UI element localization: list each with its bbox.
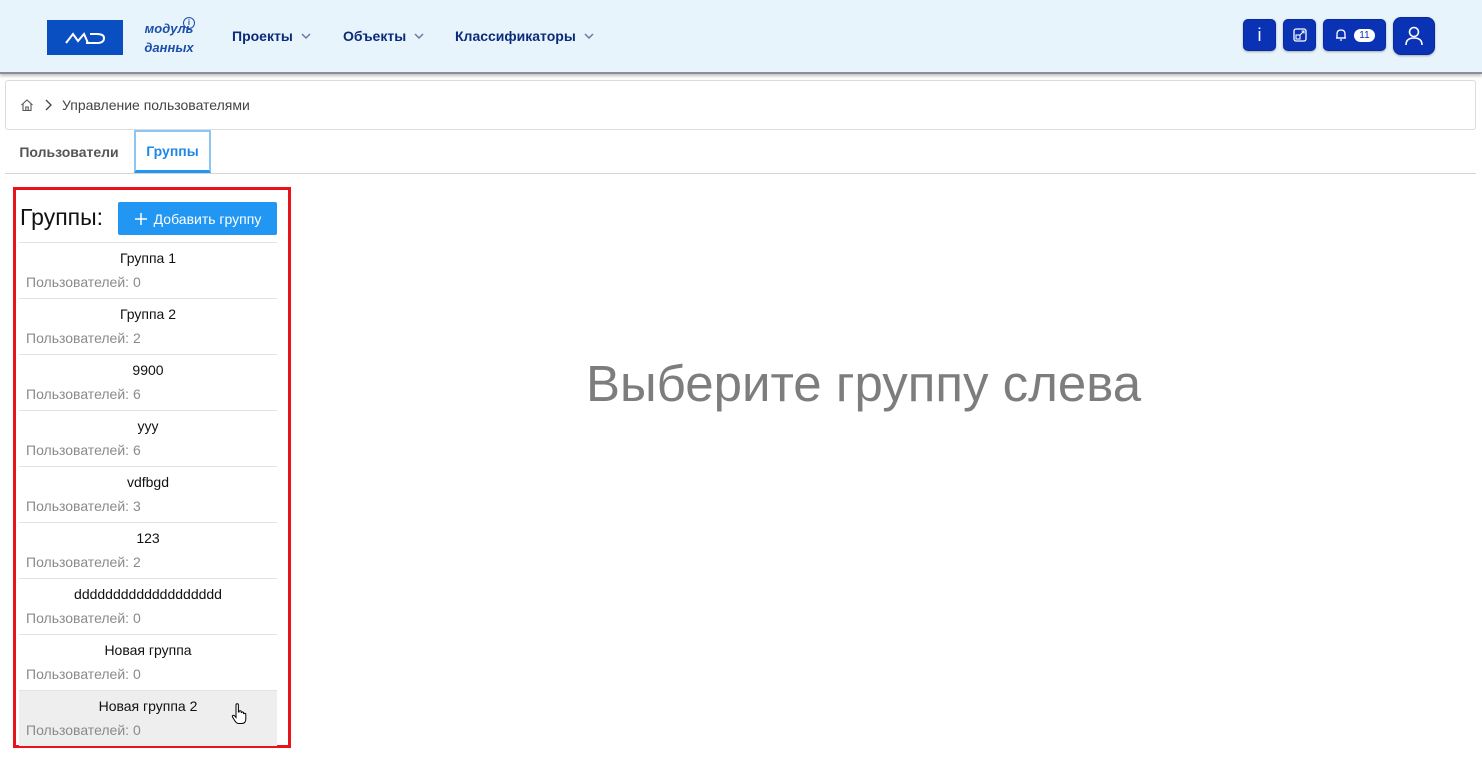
info-button[interactable]: i	[1243, 19, 1276, 51]
breadcrumb: Управление пользователями	[5, 80, 1476, 130]
app-header: модуль данных i Проекты Объекты Классифи…	[0, 0, 1482, 74]
logo-mark-icon	[65, 31, 106, 44]
group-name: Группа 1	[119, 250, 177, 266]
group-item[interactable]: Новая группа Пользователей: 0	[19, 634, 277, 690]
group-user-count: Пользователей: 6	[26, 442, 141, 458]
group-name: 123	[136, 530, 160, 546]
tabs-bar: Пользователи Группы	[5, 130, 1476, 174]
group-name: yyy	[137, 418, 159, 434]
group-user-count: Пользователей: 2	[26, 330, 141, 346]
group-item[interactable]: 123 Пользователей: 2	[19, 522, 277, 578]
group-item[interactable]: Группа 2 Пользователей: 2	[19, 298, 277, 354]
group-item[interactable]: 9900 Пользователей: 6	[19, 354, 277, 410]
tab-users[interactable]: Пользователи	[5, 130, 133, 173]
notifications-button[interactable]: 11	[1323, 19, 1386, 51]
group-user-count: Пользователей: 3	[26, 498, 141, 514]
info-icon: i	[1257, 24, 1262, 45]
tab-groups[interactable]: Группы	[134, 130, 211, 173]
groups-panel: Группы: Добавить группу Группа 1 Пользов…	[13, 187, 291, 748]
groups-list: Группа 1 Пользователей: 0 Группа 2 Польз…	[19, 242, 277, 746]
group-name: Новая группа	[104, 642, 192, 658]
nav-projects-label: Проекты	[232, 28, 293, 44]
group-item[interactable]: yyy Пользователей: 6	[19, 410, 277, 466]
nav-objects-label: Объекты	[343, 28, 407, 44]
nav-projects[interactable]: Проекты	[232, 28, 313, 44]
group-user-count: Пользователей: 0	[26, 610, 141, 626]
chevron-down-icon	[584, 33, 594, 40]
add-group-button[interactable]: Добавить группу	[118, 202, 277, 235]
group-user-count: Пользователей: 2	[26, 554, 141, 570]
plus-icon	[134, 212, 147, 225]
logo[interactable]	[47, 20, 123, 55]
nav-classifiers[interactable]: Классификаторы	[455, 28, 596, 44]
chevron-down-icon	[414, 33, 424, 40]
groups-title: Группы:	[20, 204, 104, 230]
notifications-badge: 11	[1354, 28, 1375, 42]
group-name: ddddddddddddddddddd	[74, 586, 222, 602]
group-user-count: Пользователей: 6	[26, 386, 141, 402]
nav-classifiers-label: Классификаторы	[455, 28, 576, 44]
open-external-button[interactable]	[1283, 19, 1316, 51]
select-group-placeholder: Выберите группу слева	[586, 355, 1142, 412]
external-link-icon	[1292, 28, 1307, 42]
hand-cursor-icon	[231, 703, 247, 724]
group-user-count: Пользователей: 0	[26, 722, 141, 738]
group-item[interactable]: ddddddddddddddddddd Пользователей: 0	[19, 578, 277, 634]
breadcrumb-current: Управление пользователями	[62, 97, 250, 113]
user-icon	[1405, 26, 1423, 46]
group-user-count: Пользователей: 0	[26, 666, 141, 682]
group-user-count: Пользователей: 0	[26, 274, 141, 290]
group-item[interactable]: vdfbgd Пользователей: 3	[19, 466, 277, 522]
chevron-right-icon	[44, 99, 52, 111]
group-name: vdfbgd	[126, 474, 170, 490]
bell-icon	[1336, 29, 1347, 41]
group-item[interactable]: Группа 1 Пользователей: 0	[19, 242, 277, 298]
add-group-label: Добавить группу	[153, 210, 262, 227]
group-name: Группа 2	[119, 306, 177, 322]
home-icon[interactable]	[20, 98, 34, 112]
logo-info-icon[interactable]: i	[183, 17, 195, 29]
profile-button[interactable]	[1393, 17, 1435, 55]
nav-objects[interactable]: Объекты	[343, 28, 426, 44]
logo-line2: данных	[144, 40, 194, 55]
chevron-down-icon	[301, 33, 311, 40]
group-name: 9900	[132, 362, 164, 378]
